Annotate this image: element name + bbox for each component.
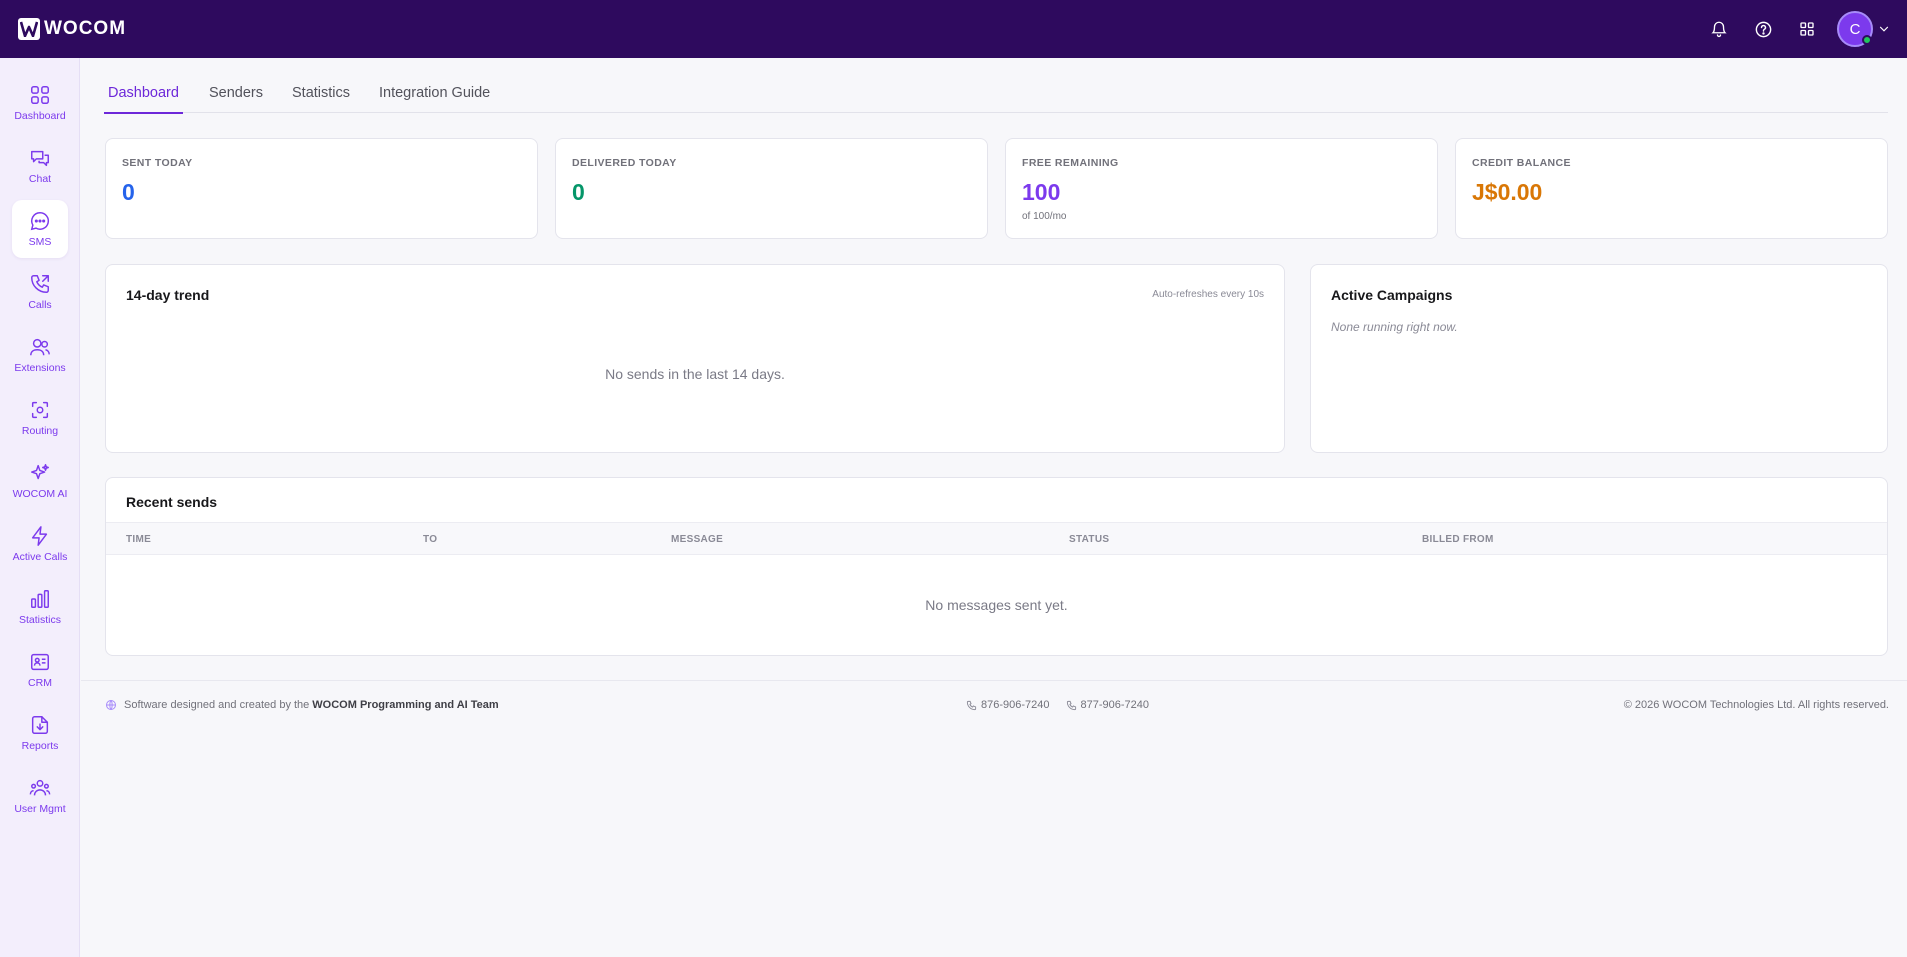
campaigns-panel: Active Campaigns None running right now.: [1310, 264, 1888, 453]
footer-credit: Software designed and created by the: [124, 699, 310, 711]
recent-sends-panel: Recent sends TIME TO MESSAGE STATUS BILL…: [105, 477, 1888, 656]
lightning-icon: [31, 526, 48, 546]
sidebar-item-calls[interactable]: Calls: [12, 263, 68, 321]
user-group-icon: [29, 779, 51, 796]
column-header-to: TO: [423, 534, 438, 545]
chat-bubbles-icon: [31, 150, 49, 167]
sidebar-item-statistics[interactable]: Statistics: [12, 578, 68, 636]
phone-icon: [1066, 700, 1076, 710]
sidebar-item-label: SMS: [28, 236, 52, 248]
message-dots-icon: [30, 212, 50, 231]
column-header-billed-from: BILLED FROM: [1422, 534, 1494, 545]
tab-integration-guide[interactable]: Integration Guide: [379, 72, 490, 113]
users-icon: [30, 338, 50, 356]
stat-value: 100: [1022, 179, 1061, 205]
bell-icon[interactable]: [1697, 0, 1741, 58]
grid-icon: [31, 86, 49, 104]
avatar-initial: C: [1849, 20, 1861, 38]
panel-title: Recent sends: [126, 494, 218, 510]
top-bar: WOCOM C: [0, 0, 1907, 58]
sidebar-item-active-calls[interactable]: Active Calls: [12, 515, 68, 573]
stat-card-credit-balance: CREDIT BALANCE J$0.00: [1455, 138, 1888, 239]
trend-panel: 14-day trend Auto-refreshes every 10s No…: [105, 264, 1285, 453]
sidebar-item-extensions[interactable]: Extensions: [12, 326, 68, 384]
phone-number: 877-906-7240: [1080, 699, 1150, 711]
sidebar-item-dashboard[interactable]: Dashboard: [12, 74, 68, 132]
stat-label: SENT TODAY: [122, 157, 193, 169]
column-header-message: MESSAGE: [671, 534, 724, 545]
sidebar-item-label: CRM: [28, 677, 52, 689]
logo-mark-icon: [18, 18, 40, 40]
sidebar-item-label: Chat: [28, 173, 52, 185]
footer-phone-1[interactable]: 876-906-7240: [966, 699, 1050, 711]
page-background: [81, 730, 1907, 957]
stat-value: 0: [572, 179, 585, 205]
sidebar-item-chat[interactable]: Chat: [12, 137, 68, 195]
sidebar-item-sms[interactable]: SMS: [12, 200, 68, 258]
sidebar-item-user-mgmt[interactable]: User Mgmt: [12, 767, 68, 825]
phone-number: 876-906-7240: [981, 699, 1050, 711]
tab-statistics[interactable]: Statistics: [292, 72, 350, 113]
globe-icon: [106, 700, 116, 710]
stat-card-delivered-today: DELIVERED TODAY 0: [555, 138, 988, 239]
stat-value: J$0.00: [1472, 179, 1543, 205]
stat-label: FREE REMAINING: [1022, 157, 1119, 169]
sidebar-item-label: Statistics: [18, 614, 61, 626]
column-header-time: TIME: [126, 534, 152, 545]
phone-outgoing-icon: [31, 275, 49, 293]
empty-state: No sends in the last 14 days.: [605, 366, 785, 382]
focus-icon: [31, 401, 49, 419]
chevron-down-icon[interactable]: [1877, 22, 1891, 36]
footer-phone-2[interactable]: 877-906-7240: [1066, 699, 1150, 711]
footer: Software designed and created by the WOC…: [81, 680, 1907, 730]
tab-dashboard[interactable]: Dashboard: [104, 72, 183, 114]
empty-state: No messages sent yet.: [925, 597, 1068, 613]
bar-chart-icon: [31, 590, 49, 608]
sparkles-icon: [31, 464, 49, 480]
sidebar-item-label: User Mgmt: [14, 803, 66, 815]
tab-senders[interactable]: Senders: [209, 72, 263, 113]
tab-bar: Dashboard Senders Statistics Integration…: [104, 72, 1888, 114]
help-icon[interactable]: [1741, 0, 1785, 58]
brand-logo[interactable]: WOCOM: [18, 18, 126, 40]
column-header-status: STATUS: [1069, 534, 1110, 545]
stat-card-free-remaining: FREE REMAINING 100 of 100/mo: [1005, 138, 1438, 239]
footer-copyright: © 2026 WOCOM Technologies Ltd. All right…: [1623, 699, 1889, 711]
id-card-icon: [31, 653, 49, 671]
stat-value: 0: [122, 179, 135, 205]
sidebar-item-label: WOCOM AI: [12, 488, 68, 500]
file-download-icon: [31, 716, 49, 734]
online-status-dot: [1862, 35, 1872, 45]
sidebar-item-label: Calls: [28, 299, 52, 311]
sidebar-item-crm[interactable]: CRM: [12, 641, 68, 699]
stat-subtext: of 100/mo: [1022, 211, 1067, 222]
stat-card-sent-today: SENT TODAY 0: [105, 138, 538, 239]
sidebar-item-wocom-ai[interactable]: WOCOM AI: [12, 452, 68, 510]
sidebar-item-label: Routing: [21, 425, 59, 437]
panel-title: Active Campaigns: [1331, 287, 1453, 303]
sidebar-item-label: Active Calls: [12, 551, 68, 563]
table-header: TIME TO MESSAGE STATUS BILLED FROM: [106, 522, 1887, 555]
apps-grid-icon[interactable]: [1785, 0, 1829, 58]
stat-label: DELIVERED TODAY: [572, 157, 677, 169]
sidebar-item-label: Reports: [21, 740, 59, 752]
brand-name: WOCOM: [44, 18, 127, 39]
sidebar: Dashboard Chat SMS Calls Extensions Rout…: [0, 58, 80, 957]
empty-state: None running right now.: [1331, 320, 1458, 334]
sidebar-item-reports[interactable]: Reports: [12, 704, 68, 762]
sidebar-item-label: Dashboard: [14, 110, 66, 122]
sidebar-item-label: Extensions: [14, 362, 66, 374]
panel-title: 14-day trend: [126, 287, 210, 303]
auto-refresh-note: Auto-refreshes every 10s: [1152, 289, 1264, 300]
sidebar-item-routing[interactable]: Routing: [12, 389, 68, 447]
footer-team-name: WOCOM Programming and AI Team: [312, 699, 499, 711]
phone-icon: [966, 700, 977, 710]
user-avatar[interactable]: C: [1837, 11, 1873, 47]
stat-label: CREDIT BALANCE: [1472, 157, 1571, 169]
